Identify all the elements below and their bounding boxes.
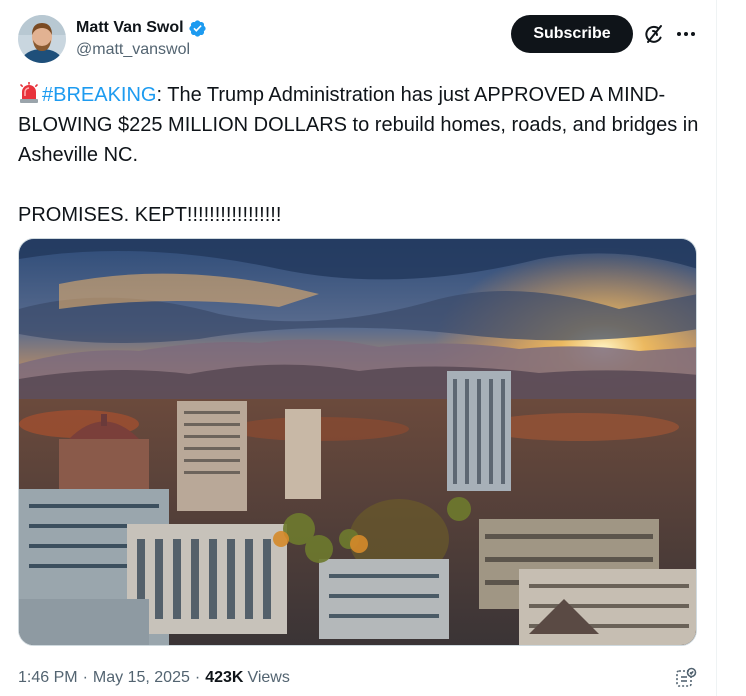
hashtag-breaking-link[interactable]: #BREAKING [42,84,156,106]
tweet-metadata: 1:46 PM · May 15, 2025 · 423K Views [18,669,290,687]
meta-separator: · [82,669,88,686]
tweet-card: Matt Van Swol @matt_vanswol Subscribe #B… [0,0,746,696]
meta-separator: · [194,669,201,686]
author-handle[interactable]: @matt_vanswol [76,41,190,59]
analytics-icon[interactable] [674,666,698,690]
police-siren-emoji [18,81,40,104]
verified-badge-icon[interactable] [188,19,207,38]
tweet-text-paragraph-1: #BREAKING: The Trump Administration has … [18,80,708,170]
views-label: Views [247,669,290,686]
author-name-row: Matt Van Swol [76,17,207,39]
tweet-date[interactable]: May 15, 2025 [93,669,190,687]
views-count: 423K [205,669,244,686]
tweet-photo-asheville-skyline[interactable] [18,238,697,646]
timeline-border [716,0,717,696]
tweet-text: #BREAKING: The Trump Administration has … [18,80,708,230]
grok-icon[interactable] [642,22,666,46]
tweet-text-paragraph-2: PROMISES. KEPT!!!!!!!!!!!!!!!!! [18,204,282,226]
author-display-name[interactable]: Matt Van Swol [76,19,184,37]
author-avatar[interactable] [18,15,66,63]
more-horizontal-icon[interactable] [674,22,698,46]
subscribe-button[interactable]: Subscribe [511,15,633,53]
tweet-time[interactable]: 1:46 PM [18,669,78,687]
